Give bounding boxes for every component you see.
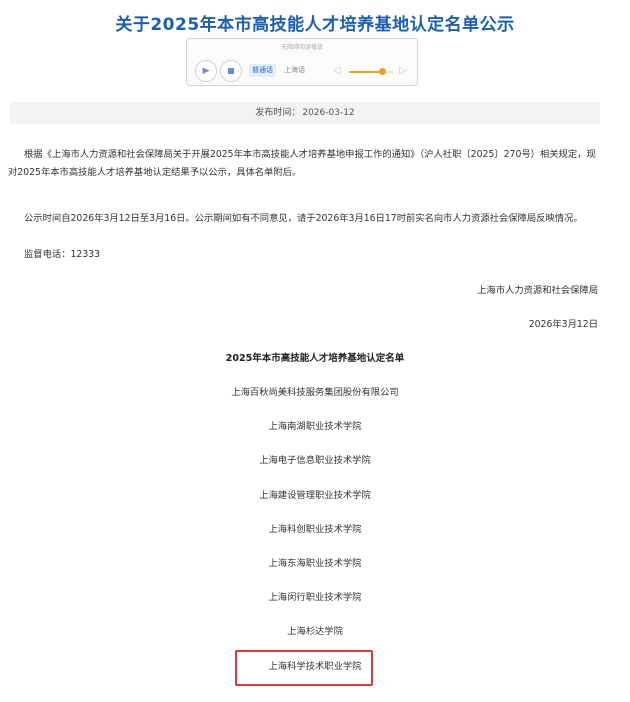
base-list: 上海百秋尚美科技服务集团股份有限公司 上海南湖职业技术学院 上海电子信息职业技术… (0, 384, 630, 692)
audio-player: 无障碍阅读播放 ▶ 普通话 上海话 ◁ ▷ (186, 38, 418, 86)
list-item: 上海建设管理职业技术学院 (259, 489, 371, 501)
player-caption: 无障碍阅读播放 (280, 44, 323, 51)
volume-slider[interactable] (349, 68, 393, 75)
publish-label: 发布时间： (255, 108, 301, 118)
list-item: 上海东海职业技术学院 (268, 557, 362, 569)
volume-knob[interactable] (378, 68, 386, 75)
highlight-box (235, 650, 373, 686)
stop-icon (228, 68, 234, 74)
list-item: 上海科创职业技术学院 (268, 523, 362, 535)
play-icon: ▶ (202, 66, 210, 76)
volume-fill (349, 71, 382, 73)
stop-button[interactable] (220, 60, 242, 82)
volume-up-icon[interactable]: ▷ (399, 65, 407, 76)
lang-mandarin-button[interactable]: 普通话 (249, 64, 276, 77)
list-title: 2025年本市高技能人才培养基地认定名单 (225, 353, 405, 364)
play-button[interactable]: ▶ (195, 60, 217, 82)
page-title: 关于2025年本市高技能人才培养基地认定名单公示 (115, 15, 515, 35)
body-paragraph-basis: 根据《上海市人力资源和社会保障局关于开展2025年本市高技能人才培养基地申报工作… (8, 149, 596, 178)
publish-date: 2026-03-12 (302, 108, 355, 118)
publish-date-bar: 发布时间： 2026-03-12 (10, 102, 600, 124)
volume-down-icon[interactable]: ◁ (333, 65, 341, 76)
body-paragraph-period: 公示时间自2026年3月12日至3月16日。公示期间如有不同意见，请于2026年… (24, 213, 583, 224)
list-item: 上海电子信息职业技术学院 (259, 455, 371, 467)
signature-org: 上海市人力资源和社会保障局 (477, 285, 598, 296)
body-paragraph-phone: 监督电话：12333 (24, 249, 101, 260)
signature-date: 2026年3月12日 (528, 319, 598, 330)
list-item: 上海南湖职业技术学院 (268, 421, 362, 433)
list-item: 上海百秋尚美科技服务集团股份有限公司 (231, 387, 399, 398)
lang-shanghainese-button[interactable]: 上海话 (281, 64, 308, 77)
notice-page: 关于2025年本市高技能人才培养基地认定名单公示 无障碍阅读播放 ▶ 普通话 上… (0, 0, 630, 702)
list-item: 上海闵行职业技术学院 (268, 592, 362, 604)
